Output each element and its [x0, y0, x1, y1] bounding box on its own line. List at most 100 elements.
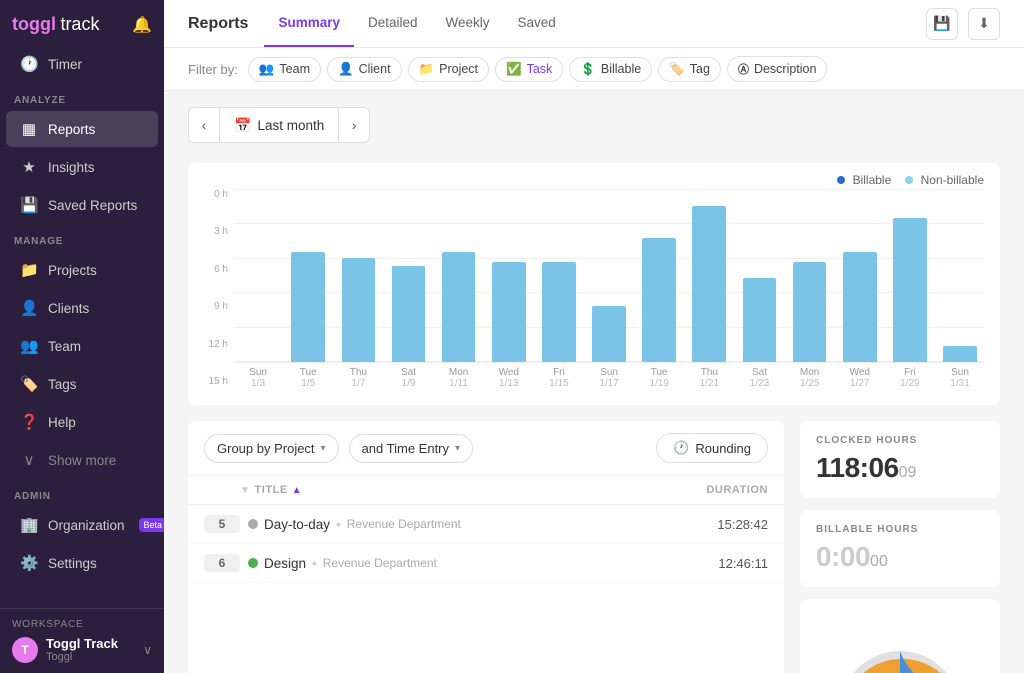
download-report-button[interactable]: ⬇: [968, 8, 1000, 40]
bar: [542, 262, 576, 362]
tag-filter-icon: 🏷️: [669, 62, 685, 77]
bar: [392, 266, 426, 362]
sidebar-item-settings[interactable]: ⚙️ Settings: [6, 545, 158, 581]
workspace-label: WORKSPACE: [12, 619, 152, 630]
group-by-dropdown[interactable]: Group by Project ▾: [204, 434, 339, 463]
x-date-label: 1/29: [886, 378, 934, 389]
x-date-label: 1/7: [334, 378, 382, 389]
help-icon: ❓: [20, 413, 38, 431]
tab-saved[interactable]: Saved: [504, 0, 570, 47]
bar-group: [284, 189, 332, 362]
sidebar-item-timer[interactable]: 🕐 Timer: [6, 46, 158, 82]
logo-text: toggl track: [12, 14, 99, 35]
chart-x-labels: Sun1/3Tue1/5Thu1/7Sat1/9Mon1/11Wed1/13Fr…: [234, 367, 984, 389]
x-label-group: Fri1/29: [886, 367, 934, 389]
tab-detailed[interactable]: Detailed: [354, 0, 432, 47]
row-color-dot: [248, 558, 258, 568]
insights-icon: ★: [20, 158, 38, 176]
filter-chip-billable[interactable]: 💲 Billable: [569, 57, 652, 82]
x-day-label: Sun: [234, 367, 282, 378]
x-day-label: Wed: [485, 367, 533, 378]
save-report-button[interactable]: 💾: [926, 8, 958, 40]
sort-asc-icon: ▲: [292, 485, 302, 496]
sidebar-item-organization[interactable]: 🏢 Organization Beta: [6, 507, 158, 543]
billable-legend: Billable: [837, 173, 891, 187]
chevron-down-icon: ∨: [20, 451, 38, 469]
bars-container: [234, 189, 984, 363]
filter-chip-project[interactable]: 📁 Project: [408, 57, 489, 82]
filter-chip-task[interactable]: ✅ Task: [495, 57, 563, 82]
x-label-group: Fri1/15: [535, 367, 583, 389]
sidebar-item-show-more[interactable]: ∨ Show more: [6, 442, 158, 478]
bar-group: [485, 189, 533, 362]
non-billable-legend-dot: [905, 176, 913, 184]
chart-y-axis: 15 h 12 h 9 h 6 h 3 h 0 h: [204, 189, 234, 389]
x-day-label: Thu: [334, 367, 382, 378]
filter-chip-client[interactable]: 👤 Client: [327, 57, 402, 82]
sidebar-item-projects[interactable]: 📁 Projects: [6, 252, 158, 288]
x-date-label: 1/19: [635, 378, 683, 389]
settings-icon: ⚙️: [20, 554, 38, 572]
next-period-button[interactable]: ›: [338, 107, 370, 143]
billable-hours-card: BILLABLE HOURS 0:0000: [800, 510, 1000, 587]
rounding-button[interactable]: 🕐 Rounding: [656, 433, 768, 463]
x-date-label: 1/5: [284, 378, 332, 389]
sidebar-item-team[interactable]: 👥 Team: [6, 328, 158, 364]
table-toolbar: Group by Project ▾ and Time Entry ▾ 🕐 Ro…: [188, 421, 784, 476]
and-time-entry-dropdown[interactable]: and Time Entry ▾: [349, 434, 473, 463]
bar: [692, 206, 726, 362]
sidebar-item-reports[interactable]: ▦ Reports: [6, 111, 158, 147]
topbar: Reports Summary Detailed Weekly Saved 💾 …: [164, 0, 1024, 48]
bar-group: [936, 189, 984, 362]
pie-chart-card: [800, 599, 1000, 673]
bar-group: [635, 189, 683, 362]
title-column-header[interactable]: ▼ TITLE ▲: [240, 484, 678, 496]
row-number: 5: [204, 515, 240, 533]
clocked-hours-card: CLOCKED HOURS 118:0609: [800, 421, 1000, 498]
rounding-icon: 🕐: [673, 440, 689, 456]
bar: [642, 238, 676, 362]
sidebar-item-insights[interactable]: ★ Insights: [6, 149, 158, 185]
task-filter-icon: ✅: [506, 62, 522, 77]
bar-group: [786, 189, 834, 362]
sidebar-item-tags[interactable]: 🏷️ Tags: [6, 366, 158, 402]
bar-group: [334, 189, 382, 362]
main-content: Reports Summary Detailed Weekly Saved 💾 …: [164, 0, 1024, 673]
bar-chart: Billable Non-billable 15 h 12 h 9 h 6 h …: [188, 163, 1000, 405]
filter-bar: Filter by: 👥 Team 👤 Client 📁 Project ✅ T…: [164, 48, 1024, 91]
prev-period-button[interactable]: ‹: [188, 107, 220, 143]
x-date-label: 1/3: [234, 378, 282, 389]
filter-chip-team[interactable]: 👥 Team: [248, 57, 321, 82]
tab-summary[interactable]: Summary: [264, 0, 354, 47]
bar: [793, 262, 827, 362]
clients-icon: 👤: [20, 299, 38, 317]
workspace-item[interactable]: T Toggl Track Toggl ∨: [12, 636, 152, 663]
bar-group: [234, 189, 282, 362]
topbar-actions: 💾 ⬇: [926, 8, 1000, 40]
filter-chip-description[interactable]: Ⓐ Description: [727, 56, 828, 82]
x-date-label: 1/11: [435, 378, 483, 389]
x-day-label: Tue: [635, 367, 683, 378]
x-label-group: Sat1/23: [735, 367, 783, 389]
x-day-label: Sun: [936, 367, 984, 378]
bar-group: [735, 189, 783, 362]
billable-hours-value: 0:0000: [816, 541, 984, 573]
workspace-name: Toggl Track: [46, 636, 135, 651]
row-title: Day-to-day • Revenue Department: [240, 517, 678, 532]
clock-icon: 🕐: [20, 55, 38, 73]
bar: [743, 278, 777, 362]
bar-group: [384, 189, 432, 362]
tab-weekly[interactable]: Weekly: [432, 0, 504, 47]
sidebar-item-help[interactable]: ❓ Help: [6, 404, 158, 440]
x-label-group: Tue1/19: [635, 367, 683, 389]
x-date-label: 1/15: [535, 378, 583, 389]
sidebar-item-saved-reports[interactable]: 💾 Saved Reports: [6, 187, 158, 223]
notification-bell-icon[interactable]: 🔔: [132, 15, 152, 35]
billable-legend-dot: [837, 176, 845, 184]
bar-group: [886, 189, 934, 362]
x-day-label: Mon: [786, 367, 834, 378]
sidebar-item-clients[interactable]: 👤 Clients: [6, 290, 158, 326]
filter-chip-tag[interactable]: 🏷️ Tag: [658, 57, 721, 82]
dropdown-arrow-icon: ▾: [455, 443, 460, 454]
x-label-group: Wed1/27: [836, 367, 884, 389]
